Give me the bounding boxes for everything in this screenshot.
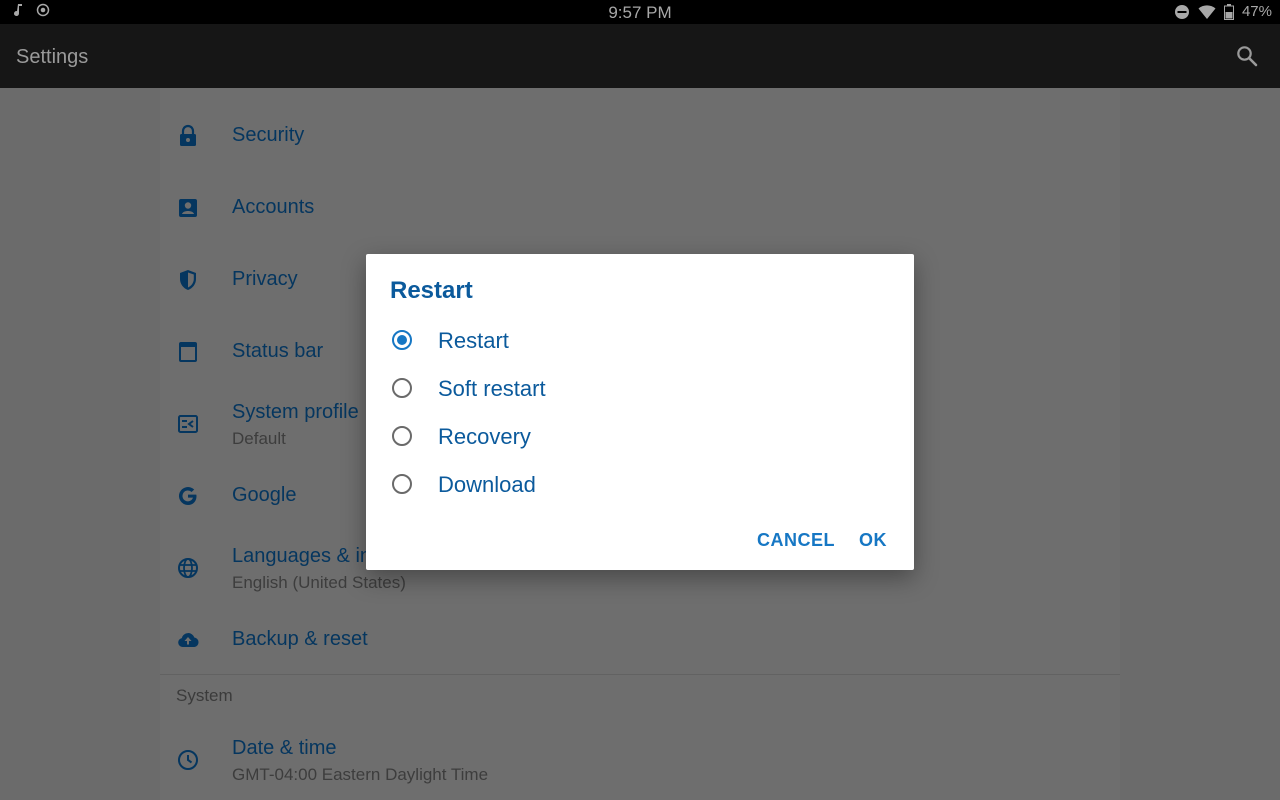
search-icon [1237, 46, 1258, 67]
system-profile-icon [178, 415, 198, 433]
option-restart[interactable]: Restart [390, 316, 890, 364]
settings-item-title: System profile [232, 401, 359, 423]
settings-item-subtitle: GMT-04:00 Eastern Daylight Time [232, 765, 489, 784]
settings-item-security[interactable]: Security [160, 100, 1120, 172]
settings-item-date-time[interactable]: Date & time GMT-04:00 Eastern Daylight T… [160, 724, 1120, 796]
settings-item-title: Backup & reset [232, 628, 368, 650]
dialog-title: Restart [390, 277, 473, 304]
clock-icon [178, 750, 198, 770]
settings-item-title: Security [232, 124, 305, 146]
search-button[interactable] [1236, 45, 1258, 72]
restart-dialog: Restart Restart Soft restart Recovery Do… [366, 254, 914, 570]
settings-item-subtitle: English (United States) [232, 573, 406, 592]
wifi-icon [1198, 4, 1216, 19]
cloud-upload-icon [178, 633, 199, 647]
option-label: Recovery [438, 424, 531, 449]
account-box-icon [179, 199, 197, 217]
app-bar: Settings [0, 24, 1280, 88]
radio-button[interactable] [392, 378, 412, 398]
settings-item-title: Status bar [232, 340, 324, 362]
radio-button[interactable] [392, 426, 412, 446]
lock-icon [180, 124, 196, 146]
status-bar-icon [179, 342, 197, 362]
settings-item-backup-reset[interactable]: Backup & reset [160, 604, 1120, 676]
shield-icon [180, 270, 196, 290]
radio-button[interactable] [392, 474, 412, 494]
settings-item-title: Accounts [232, 196, 315, 218]
option-label: Soft restart [438, 376, 546, 401]
ok-button[interactable]: OK [859, 530, 887, 551]
section-divider [160, 674, 1120, 675]
option-download[interactable]: Download [390, 460, 890, 508]
settings-item-title: Date & time [232, 737, 337, 759]
option-label: Download [438, 472, 536, 497]
battery-percentage: 47% [1241, 3, 1272, 20]
settings-item-title: Google [232, 484, 297, 506]
settings-item-subtitle: Default [232, 429, 286, 448]
page-title: Settings [16, 46, 89, 68]
settings-item-accounts[interactable]: Accounts [160, 172, 1120, 244]
cancel-button[interactable]: CANCEL [757, 530, 835, 551]
status-bar: 9:57 PM 47% [0, 0, 1280, 24]
globe-icon [178, 558, 198, 578]
option-recovery[interactable]: Recovery [390, 412, 890, 460]
do-not-disturb-icon [1174, 4, 1189, 19]
settings-item-title: Privacy [232, 268, 298, 290]
section-header-system: System [176, 686, 233, 705]
radio-button-checked[interactable] [392, 330, 412, 350]
battery-icon [1223, 3, 1234, 20]
system-status-icons: 47% [1174, 3, 1272, 20]
option-soft-restart[interactable]: Soft restart [390, 364, 890, 412]
option-label: Restart [438, 328, 509, 353]
clock-time: 9:57 PM [608, 3, 672, 22]
google-icon [178, 487, 197, 506]
